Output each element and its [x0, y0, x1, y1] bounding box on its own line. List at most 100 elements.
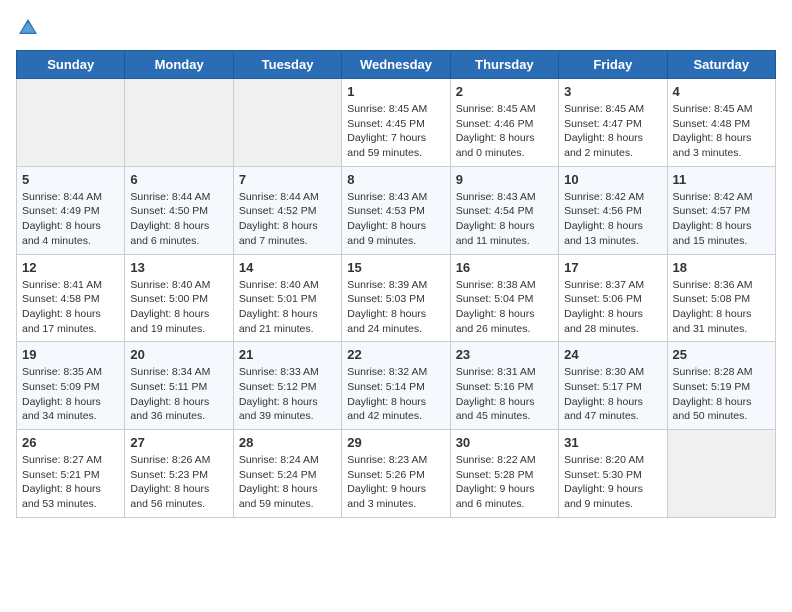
day-info: Sunrise: 8:42 AM Sunset: 4:56 PM Dayligh…	[564, 190, 661, 249]
day-info: Sunrise: 8:40 AM Sunset: 5:00 PM Dayligh…	[130, 278, 227, 337]
day-number: 12	[22, 260, 119, 275]
day-number: 26	[22, 435, 119, 450]
day-info: Sunrise: 8:32 AM Sunset: 5:14 PM Dayligh…	[347, 365, 444, 424]
calendar-cell: 21Sunrise: 8:33 AM Sunset: 5:12 PM Dayli…	[233, 342, 341, 430]
day-info: Sunrise: 8:39 AM Sunset: 5:03 PM Dayligh…	[347, 278, 444, 337]
day-of-week-header: Thursday	[450, 51, 558, 79]
day-of-week-header: Sunday	[17, 51, 125, 79]
day-info: Sunrise: 8:35 AM Sunset: 5:09 PM Dayligh…	[22, 365, 119, 424]
day-info: Sunrise: 8:40 AM Sunset: 5:01 PM Dayligh…	[239, 278, 336, 337]
calendar-cell: 11 Sunrise: 8:42 AM Sunset: 4:57 PM Dayli…	[667, 166, 775, 254]
day-info: Sunrise: 8:33 AM Sunset: 5:12 PM Dayligh…	[239, 365, 336, 424]
calendar-header-row: SundayMondayTuesdayWednesdayThursdayFrid…	[17, 51, 776, 79]
day-info: Sunrise: 8:45 AM Sunset: 4:46 PM Dayligh…	[456, 102, 553, 161]
logo	[16, 16, 44, 40]
day-info: Sunrise: 8:45 AM Sunset: 4:45 PM Dayligh…	[347, 102, 444, 161]
calendar-cell: 20 Sunrise: 8:34 AM Sunset: 5:11 PM Dayli…	[125, 342, 233, 430]
calendar-week-row: 19 Sunrise: 8:35 AM Sunset: 5:09 PM Dayli…	[17, 342, 776, 430]
day-number: 23	[456, 347, 553, 362]
calendar-cell	[233, 79, 341, 167]
day-info: Sunrise: 8:28 AM Sunset: 5:19 PM Dayligh…	[673, 365, 770, 424]
calendar-cell	[17, 79, 125, 167]
day-number: 19	[22, 347, 119, 362]
calendar-cell: 6 Sunrise: 8:44 AM Sunset: 4:50 PM Daylig…	[125, 166, 233, 254]
day-of-week-header: Tuesday	[233, 51, 341, 79]
calendar-cell: 14 Sunrise: 8:40 AM Sunset: 5:01 PM Dayli…	[233, 254, 341, 342]
day-info: Sunrise: 8:41 AM Sunset: 4:58 PM Dayligh…	[22, 278, 119, 337]
calendar-cell: 16Sunrise: 8:38 AM Sunset: 5:04 PM Dayli…	[450, 254, 558, 342]
calendar-cell: 13 Sunrise: 8:40 AM Sunset: 5:00 PM Dayli…	[125, 254, 233, 342]
calendar-cell: 4 Sunrise: 8:45 AM Sunset: 4:48 PM Daylig…	[667, 79, 775, 167]
calendar-cell: 26 Sunrise: 8:27 AM Sunset: 5:21 PM Dayli…	[17, 430, 125, 518]
day-number: 20	[130, 347, 227, 362]
day-number: 13	[130, 260, 227, 275]
day-number: 4	[673, 84, 770, 99]
calendar-cell: 25 Sunrise: 8:28 AM Sunset: 5:19 PM Dayli…	[667, 342, 775, 430]
day-info: Sunrise: 8:38 AM Sunset: 5:04 PM Dayligh…	[456, 278, 553, 337]
day-number: 10	[564, 172, 661, 187]
day-number: 29	[347, 435, 444, 450]
day-number: 18	[673, 260, 770, 275]
day-info: Sunrise: 8:34 AM Sunset: 5:11 PM Dayligh…	[130, 365, 227, 424]
day-info: Sunrise: 8:20 AM Sunset: 5:30 PM Dayligh…	[564, 453, 661, 512]
calendar-cell: 8 Sunrise: 8:43 AM Sunset: 4:53 PM Daylig…	[342, 166, 450, 254]
calendar-cell: 27Sunrise: 8:26 AM Sunset: 5:23 PM Dayli…	[125, 430, 233, 518]
calendar-cell: 12 Sunrise: 8:41 AM Sunset: 4:58 PM Dayli…	[17, 254, 125, 342]
page-header	[16, 16, 776, 40]
day-number: 7	[239, 172, 336, 187]
day-of-week-header: Saturday	[667, 51, 775, 79]
day-info: Sunrise: 8:30 AM Sunset: 5:17 PM Dayligh…	[564, 365, 661, 424]
calendar-cell: 30 Sunrise: 8:22 AM Sunset: 5:28 PM Dayli…	[450, 430, 558, 518]
day-number: 5	[22, 172, 119, 187]
calendar-cell: 28Sunrise: 8:24 AM Sunset: 5:24 PM Dayli…	[233, 430, 341, 518]
calendar-cell: 3 Sunrise: 8:45 AM Sunset: 4:47 PM Daylig…	[559, 79, 667, 167]
calendar-cell: 2Sunrise: 8:45 AM Sunset: 4:46 PM Daylig…	[450, 79, 558, 167]
day-info: Sunrise: 8:44 AM Sunset: 4:50 PM Dayligh…	[130, 190, 227, 249]
day-info: Sunrise: 8:43 AM Sunset: 4:53 PM Dayligh…	[347, 190, 444, 249]
day-info: Sunrise: 8:45 AM Sunset: 4:47 PM Dayligh…	[564, 102, 661, 161]
calendar-week-row: 26 Sunrise: 8:27 AM Sunset: 5:21 PM Dayli…	[17, 430, 776, 518]
day-number: 3	[564, 84, 661, 99]
calendar-cell: 29 Sunrise: 8:23 AM Sunset: 5:26 PM Dayli…	[342, 430, 450, 518]
day-number: 8	[347, 172, 444, 187]
day-number: 25	[673, 347, 770, 362]
day-info: Sunrise: 8:45 AM Sunset: 4:48 PM Dayligh…	[673, 102, 770, 161]
day-number: 14	[239, 260, 336, 275]
day-info: Sunrise: 8:43 AM Sunset: 4:54 PM Dayligh…	[456, 190, 553, 249]
day-number: 15	[347, 260, 444, 275]
day-number: 27	[130, 435, 227, 450]
calendar-cell: 18 Sunrise: 8:36 AM Sunset: 5:08 PM Dayli…	[667, 254, 775, 342]
calendar-week-row: 1 Sunrise: 8:45 AM Sunset: 4:45 PM Daylig…	[17, 79, 776, 167]
day-number: 1	[347, 84, 444, 99]
day-number: 17	[564, 260, 661, 275]
calendar-cell: 15 Sunrise: 8:39 AM Sunset: 5:03 PM Dayli…	[342, 254, 450, 342]
day-number: 30	[456, 435, 553, 450]
day-number: 9	[456, 172, 553, 187]
calendar-cell: 5 Sunrise: 8:44 AM Sunset: 4:49 PM Daylig…	[17, 166, 125, 254]
calendar-cell: 10 Sunrise: 8:42 AM Sunset: 4:56 PM Dayli…	[559, 166, 667, 254]
calendar-cell: 31 Sunrise: 8:20 AM Sunset: 5:30 PM Dayli…	[559, 430, 667, 518]
calendar-cell: 1 Sunrise: 8:45 AM Sunset: 4:45 PM Daylig…	[342, 79, 450, 167]
day-info: Sunrise: 8:24 AM Sunset: 5:24 PM Dayligh…	[239, 453, 336, 512]
day-info: Sunrise: 8:23 AM Sunset: 5:26 PM Dayligh…	[347, 453, 444, 512]
calendar-week-row: 12 Sunrise: 8:41 AM Sunset: 4:58 PM Dayli…	[17, 254, 776, 342]
logo-icon	[16, 16, 40, 40]
calendar-cell	[667, 430, 775, 518]
day-number: 11	[673, 172, 770, 187]
calendar-cell: 17Sunrise: 8:37 AM Sunset: 5:06 PM Dayli…	[559, 254, 667, 342]
day-info: Sunrise: 8:42 AM Sunset: 4:57 PM Dayligh…	[673, 190, 770, 249]
calendar-table: SundayMondayTuesdayWednesdayThursdayFrid…	[16, 50, 776, 518]
day-info: Sunrise: 8:36 AM Sunset: 5:08 PM Dayligh…	[673, 278, 770, 337]
day-info: Sunrise: 8:27 AM Sunset: 5:21 PM Dayligh…	[22, 453, 119, 512]
day-info: Sunrise: 8:44 AM Sunset: 4:49 PM Dayligh…	[22, 190, 119, 249]
day-of-week-header: Wednesday	[342, 51, 450, 79]
calendar-cell: 24 Sunrise: 8:30 AM Sunset: 5:17 PM Dayli…	[559, 342, 667, 430]
day-info: Sunrise: 8:22 AM Sunset: 5:28 PM Dayligh…	[456, 453, 553, 512]
calendar-cell: 19 Sunrise: 8:35 AM Sunset: 5:09 PM Dayli…	[17, 342, 125, 430]
calendar-cell: 7Sunrise: 8:44 AM Sunset: 4:52 PM Daylig…	[233, 166, 341, 254]
calendar-cell: 23Sunrise: 8:31 AM Sunset: 5:16 PM Dayli…	[450, 342, 558, 430]
day-number: 22	[347, 347, 444, 362]
day-number: 6	[130, 172, 227, 187]
day-number: 24	[564, 347, 661, 362]
day-number: 31	[564, 435, 661, 450]
